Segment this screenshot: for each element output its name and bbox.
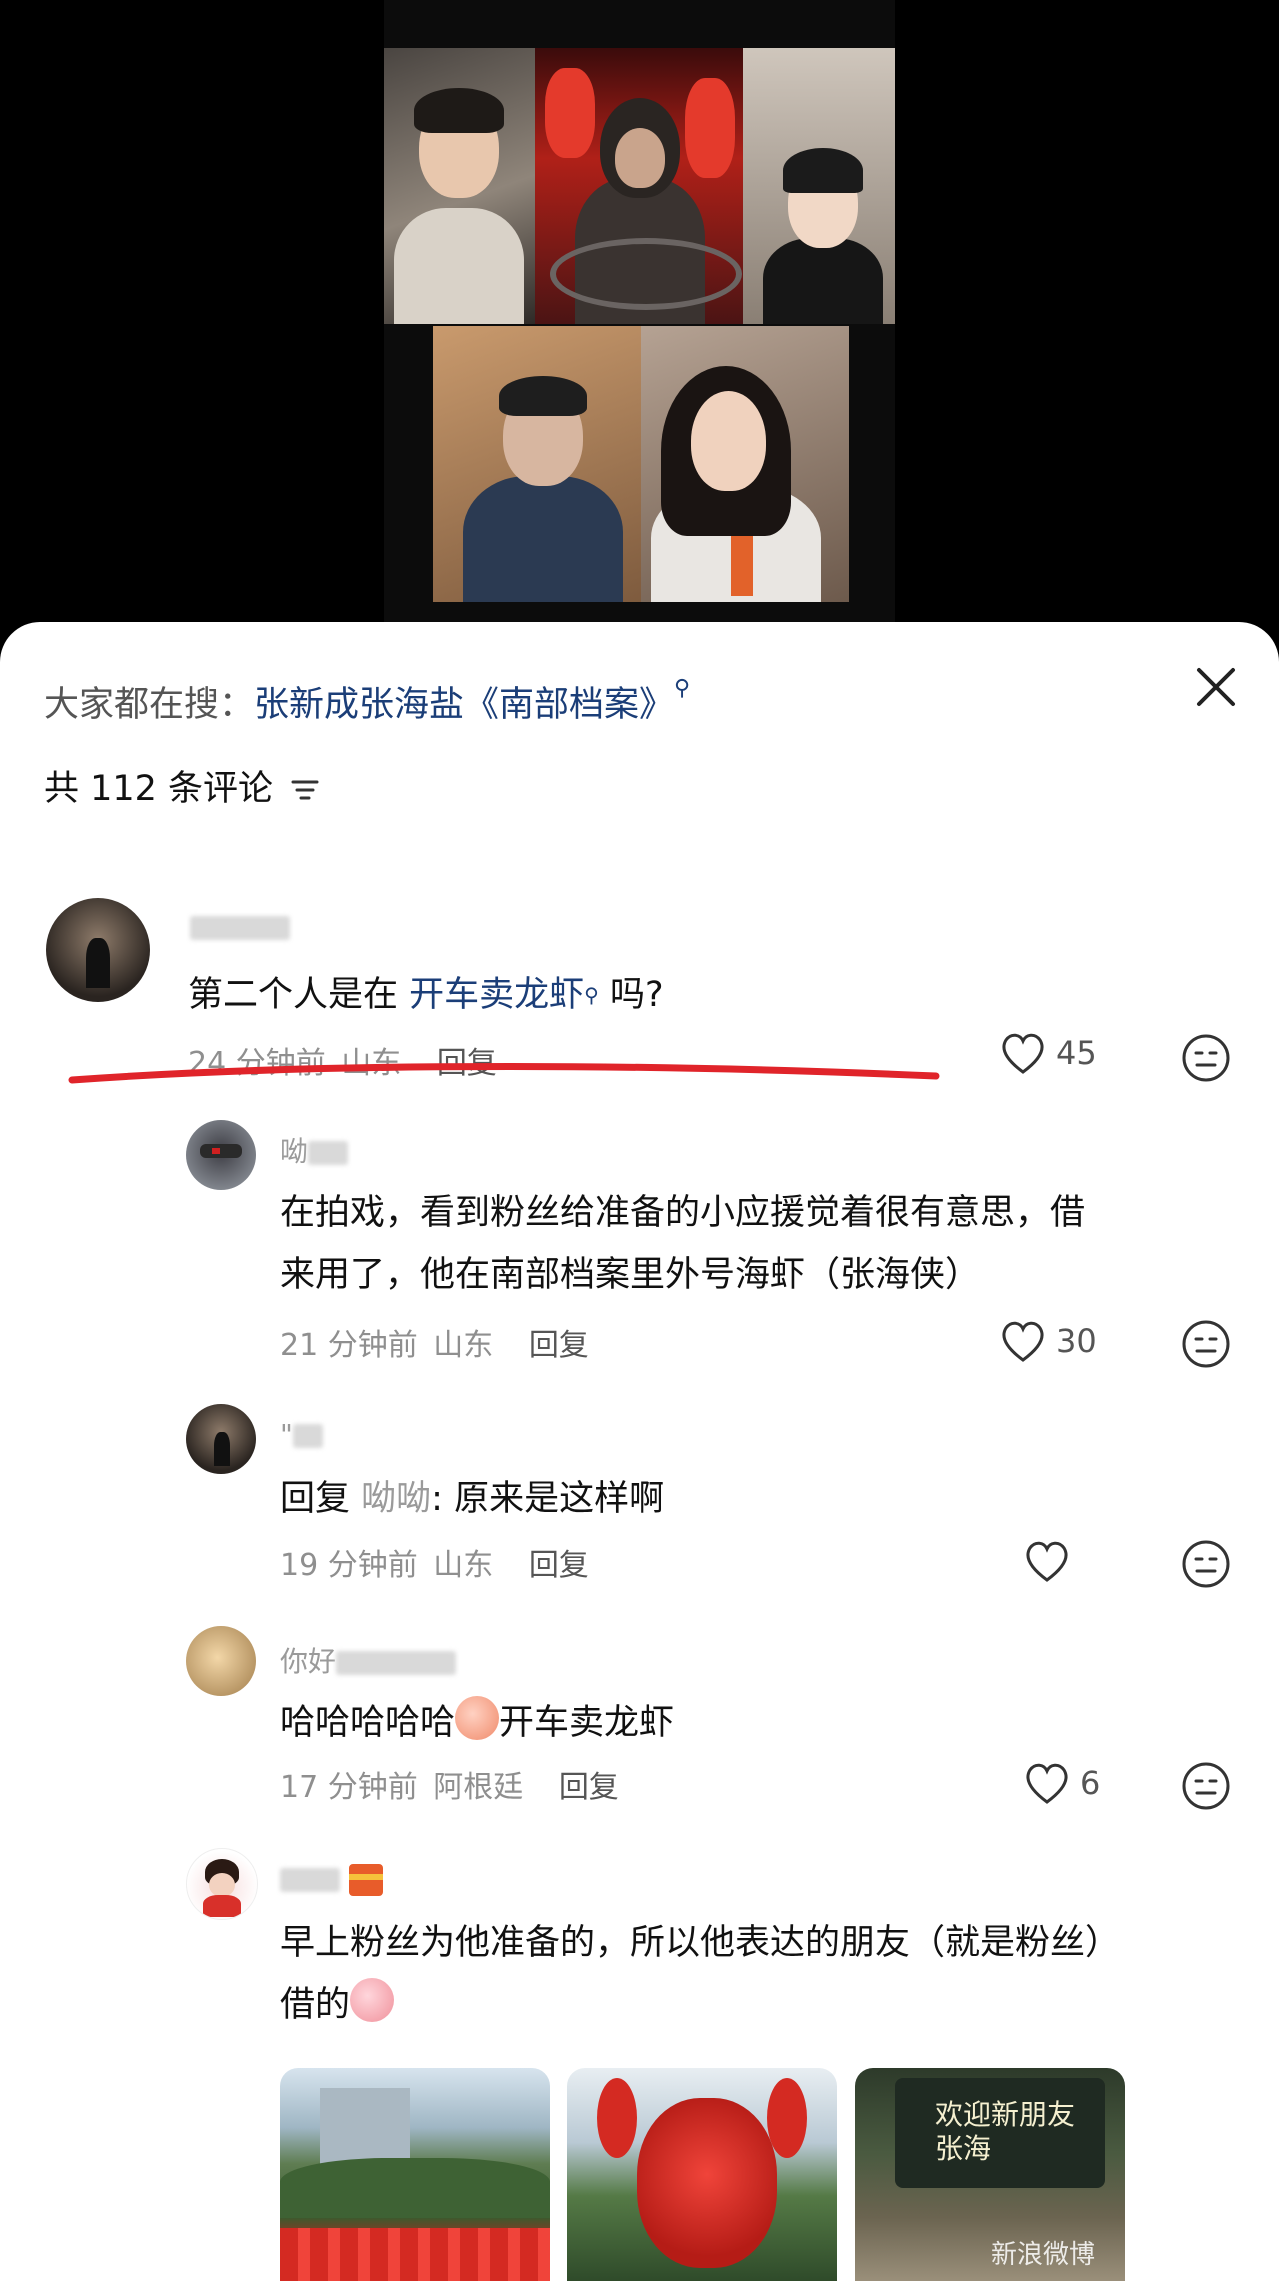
comment-count-header: 共 112 条评论 (44, 760, 320, 811)
timestamp: 21 分钟前 (280, 1328, 418, 1363)
comment-text: 在拍戏，看到粉丝给准备的小应援觉着很有意思，借 来用了，他在南部档案里外号海虾（… (280, 1193, 1086, 1295)
like-button[interactable] (1022, 1538, 1072, 1584)
photo-caption: 欢迎新朋友 张海 (935, 2098, 1076, 2165)
comment-photo-1[interactable] (280, 2068, 550, 2281)
timestamp: 17 分钟前 (280, 1770, 418, 1805)
heart-icon (1002, 1033, 1044, 1074)
location: 山东 (341, 1046, 402, 1081)
sort-icon[interactable] (290, 777, 320, 803)
timestamp: 24 分钟前 (188, 1046, 326, 1081)
search-link[interactable]: 开车卖龙虾 (409, 975, 584, 1015)
dislike-icon[interactable] (1180, 1032, 1232, 1084)
comment-meta: 19 分钟前 山东 回复 (280, 1540, 595, 1584)
username[interactable] (280, 1862, 383, 1896)
video-tile-3 (743, 48, 895, 324)
video-tile-4 (433, 326, 641, 602)
reply-button[interactable]: 回复 (529, 1548, 589, 1583)
dislike-icon[interactable] (1180, 1318, 1232, 1370)
comment-text: 第二个人是在 开车卖龙虾⚲ 吗? (188, 975, 664, 1015)
comment-meta: 21 分钟前 山东 回复 (280, 1320, 595, 1364)
heart-icon (1002, 1321, 1044, 1362)
heart-icon (1026, 1763, 1068, 1804)
comment-text: 回复 呦呦: 原来是这样啊 (280, 1479, 665, 1519)
like-button[interactable]: 30 (998, 1318, 1097, 1364)
comment-photo-3[interactable]: 欢迎新朋友 张海 新浪微博 (855, 2068, 1125, 2281)
dislike-icon[interactable] (1180, 1760, 1232, 1812)
crying-emoji-icon (455, 1696, 500, 1740)
hot-search-bar[interactable]: 大家都在搜：张新成张海盐《南部档案》⚲ (44, 676, 690, 727)
location: 山东 (433, 1548, 494, 1583)
username[interactable]: 你好 (280, 1640, 457, 1680)
like-button[interactable]: 6 (1022, 1760, 1100, 1806)
like-count: 45 (1056, 1034, 1097, 1072)
location: 阿根廷 (433, 1770, 524, 1805)
avatar[interactable] (186, 1120, 256, 1190)
video-tile-2 (535, 48, 743, 324)
piggy-emoji-icon (350, 1978, 395, 2022)
avatar[interactable] (46, 898, 150, 1002)
search-icon: ⚲ (674, 676, 691, 701)
comment-count: 共 112 条评论 (44, 769, 274, 809)
video-tile-5 (641, 326, 849, 602)
comment-text: 哈哈哈哈哈 开车卖龙虾 (280, 1692, 674, 1754)
hot-search-keyword[interactable]: 张新成张海盐《南部档案》 (254, 685, 674, 725)
video-tile-1 (384, 48, 535, 324)
username[interactable] (190, 910, 290, 943)
reply-target-username[interactable]: 呦呦 (361, 1479, 431, 1519)
watermark: 新浪微博 (990, 2240, 1095, 2270)
heart-icon (1026, 1541, 1068, 1582)
avatar[interactable] (186, 1404, 256, 1474)
timestamp: 19 分钟前 (280, 1548, 418, 1583)
like-count: 30 (1056, 1322, 1097, 1360)
comment-meta: 24 分钟前 山东 回复 (188, 1038, 503, 1082)
hot-search-prefix: 大家都在搜： (44, 685, 255, 725)
reply-button[interactable]: 回复 (437, 1046, 497, 1081)
username[interactable]: 呦 (280, 1130, 349, 1170)
avatar[interactable] (186, 1848, 258, 1920)
comment-text: 早上粉丝为他准备的，所以他表达的朋友（就是粉丝） 借的 (280, 1923, 1121, 2025)
avatar[interactable] (186, 1626, 256, 1696)
reply-button[interactable]: 回复 (559, 1770, 619, 1805)
dislike-icon[interactable] (1180, 1538, 1232, 1590)
comment-meta: 17 分钟前 阿根廷 回复 (280, 1762, 625, 1806)
search-icon: ⚲ (584, 983, 599, 1007)
reply-button[interactable]: 回复 (529, 1328, 589, 1363)
like-count: 6 (1080, 1764, 1101, 1802)
gift-badge-icon (348, 1864, 383, 1896)
close-icon[interactable] (1191, 662, 1241, 712)
comment-photo-2[interactable] (567, 2068, 837, 2281)
location: 山东 (433, 1328, 494, 1363)
like-button[interactable]: 45 (998, 1030, 1097, 1076)
username[interactable]: " (280, 1418, 323, 1451)
